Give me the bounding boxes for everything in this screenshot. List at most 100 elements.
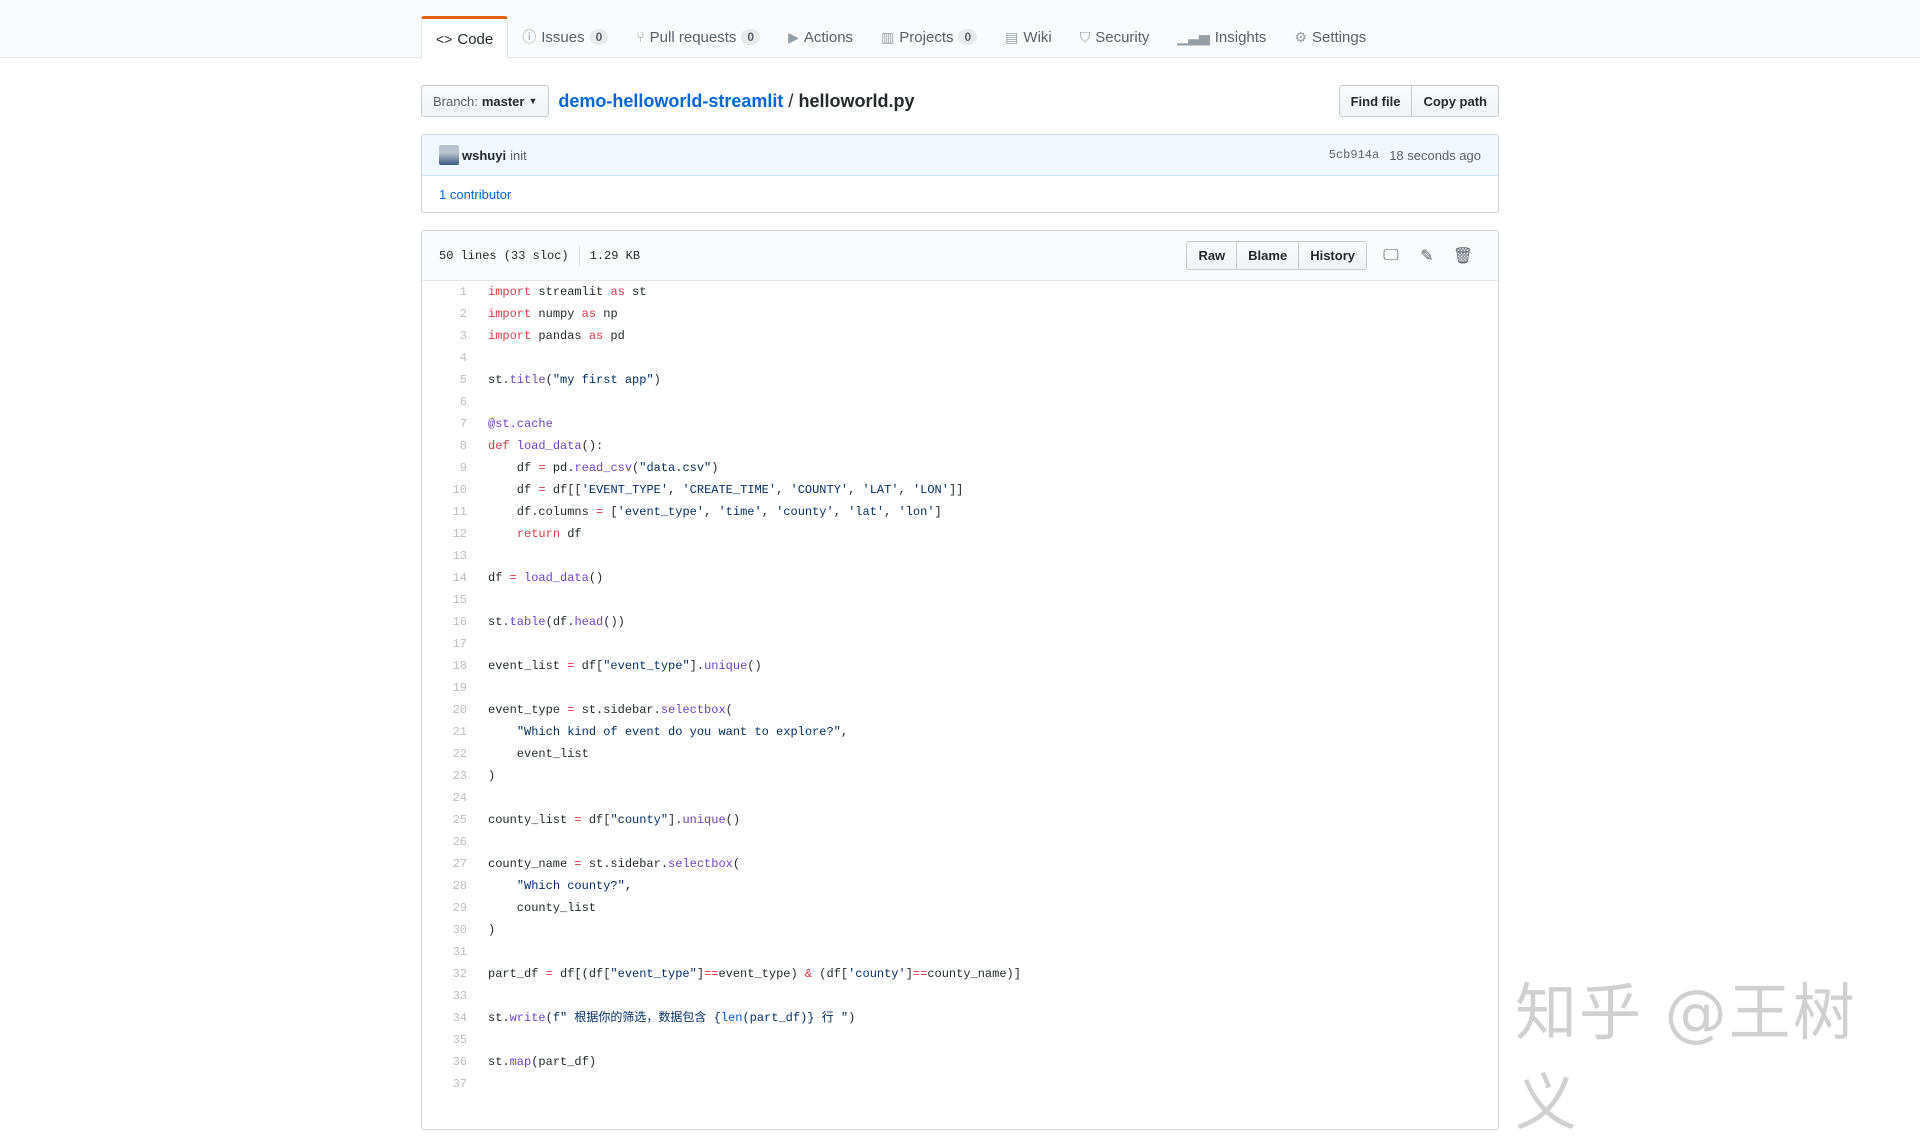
line-number[interactable]: 35 (422, 1029, 467, 1051)
code-token: == (913, 967, 927, 981)
line-number[interactable]: 23 (422, 765, 467, 787)
line-number[interactable]: 29 (422, 897, 467, 919)
branch-select-button[interactable]: Branch: master ▼ (421, 85, 549, 117)
line-number[interactable]: 11 (422, 501, 467, 523)
code-line: 21 "Which kind of event do you want to e… (422, 721, 1498, 743)
code-token: as (589, 329, 603, 343)
line-number[interactable]: 8 (422, 435, 467, 457)
tab-label: Issues (541, 29, 584, 46)
tab-pull-requests[interactable]: ⑂Pull requests0 (622, 16, 774, 58)
code-line: 20event_type = st.sidebar.selectbox( (422, 699, 1498, 721)
line-number[interactable]: 17 (422, 633, 467, 655)
line-number[interactable]: 13 (422, 545, 467, 567)
tab-insights[interactable]: ▁▃▅Insights (1163, 16, 1280, 58)
line-number[interactable]: 19 (422, 677, 467, 699)
line-number[interactable]: 32 (422, 963, 467, 985)
line-number[interactable]: 30 (422, 919, 467, 941)
line-number[interactable]: 4 (422, 347, 467, 369)
code-token: len (721, 1011, 743, 1025)
line-number[interactable]: 2 (422, 303, 467, 325)
code-line: 28 "Which county?", (422, 875, 1498, 897)
code-token: , (668, 483, 682, 497)
raw-button[interactable]: Raw (1186, 241, 1237, 270)
line-number[interactable]: 22 (422, 743, 467, 765)
tab-settings[interactable]: ⚙Settings (1280, 16, 1380, 58)
line-content (467, 1029, 488, 1051)
repo-link[interactable]: demo-helloworld-streamlit (558, 91, 783, 111)
code-token: 'event_type' (618, 505, 704, 519)
find-file-button[interactable]: Find file (1339, 85, 1413, 117)
line-number[interactable]: 28 (422, 875, 467, 897)
tab-actions[interactable]: ▶Actions (774, 16, 867, 58)
code-line: 7@st.cache (422, 413, 1498, 435)
code-token: return (517, 527, 560, 541)
trash-icon[interactable]: 🗑 (1445, 246, 1481, 266)
code-token: df[(df[ (553, 967, 611, 981)
line-number[interactable]: 37 (422, 1073, 467, 1095)
commit-sha[interactable]: 5cb914a (1329, 148, 1379, 162)
line-number[interactable]: 26 (422, 831, 467, 853)
tab-code[interactable]: <>Code (421, 16, 508, 59)
line-number[interactable]: 20 (422, 699, 467, 721)
commit-message[interactable]: init (510, 148, 527, 163)
contributors-link[interactable]: 1 contributor (422, 176, 1498, 213)
code-token: , (884, 505, 898, 519)
history-button[interactable]: History (1298, 241, 1367, 270)
line-number[interactable]: 27 (422, 853, 467, 875)
tab-projects[interactable]: ▥Projects0 (867, 16, 991, 58)
line-number[interactable]: 36 (422, 1051, 467, 1073)
line-number[interactable]: 33 (422, 985, 467, 1007)
line-number[interactable]: 14 (422, 567, 467, 589)
line-number[interactable]: 24 (422, 787, 467, 809)
line-number[interactable]: 10 (422, 479, 467, 501)
breadcrumb-separator: / (788, 91, 793, 111)
line-number[interactable]: 6 (422, 391, 467, 413)
copy-path-button[interactable]: Copy path (1411, 85, 1499, 117)
line-content: df = df[['EVENT_TYPE', 'CREATE_TIME', 'C… (467, 479, 963, 501)
code-token: title (510, 373, 546, 387)
line-number[interactable]: 7 (422, 413, 467, 435)
avatar[interactable] (439, 145, 459, 165)
code-line: 22 event_list (422, 743, 1498, 765)
breadcrumb: demo-helloworld-streamlit / helloworld.p… (558, 91, 914, 112)
tab-wiki[interactable]: ▤Wiki (991, 16, 1066, 58)
line-content: import numpy as np (467, 303, 618, 325)
line-number[interactable]: 1 (422, 281, 467, 303)
blame-button[interactable]: Blame (1236, 241, 1299, 270)
line-number[interactable]: 31 (422, 941, 467, 963)
tab-issues[interactable]: ⓘIssues0 (508, 16, 622, 58)
code-token: ()) (603, 615, 625, 629)
line-content: "Which county?", (467, 875, 632, 897)
code-token: ) (654, 373, 661, 387)
tab-label: Settings (1312, 29, 1366, 46)
line-content (467, 787, 488, 809)
code-token: , (776, 483, 790, 497)
code-token: ) (488, 923, 495, 937)
line-number[interactable]: 16 (422, 611, 467, 633)
desktop-icon[interactable]: 🖵 (1373, 247, 1409, 265)
code-token: ]] (949, 483, 963, 497)
line-number[interactable]: 34 (422, 1007, 467, 1029)
code-line: 2import numpy as np (422, 303, 1498, 325)
tab-security[interactable]: ⛉Security (1066, 16, 1164, 58)
line-number[interactable]: 3 (422, 325, 467, 347)
code-token: unique (682, 813, 725, 827)
line-content: return df (467, 523, 582, 545)
line-number[interactable]: 21 (422, 721, 467, 743)
pencil-icon[interactable]: ✎ (1409, 246, 1445, 266)
line-number[interactable]: 9 (422, 457, 467, 479)
code-line: 24 (422, 787, 1498, 809)
line-number[interactable]: 5 (422, 369, 467, 391)
line-number[interactable]: 18 (422, 655, 467, 677)
line-number[interactable]: 15 (422, 589, 467, 611)
line-content (467, 347, 488, 369)
code-token: (df. (546, 615, 575, 629)
line-number[interactable]: 25 (422, 809, 467, 831)
line-content: def load_data(): (467, 435, 603, 457)
code-token: pandas (531, 329, 589, 343)
code-line: 8def load_data(): (422, 435, 1498, 457)
code-line: 30) (422, 919, 1498, 941)
line-number[interactable]: 12 (422, 523, 467, 545)
commit-author[interactable]: wshuyi (462, 148, 506, 163)
line-content: ) (467, 919, 495, 941)
